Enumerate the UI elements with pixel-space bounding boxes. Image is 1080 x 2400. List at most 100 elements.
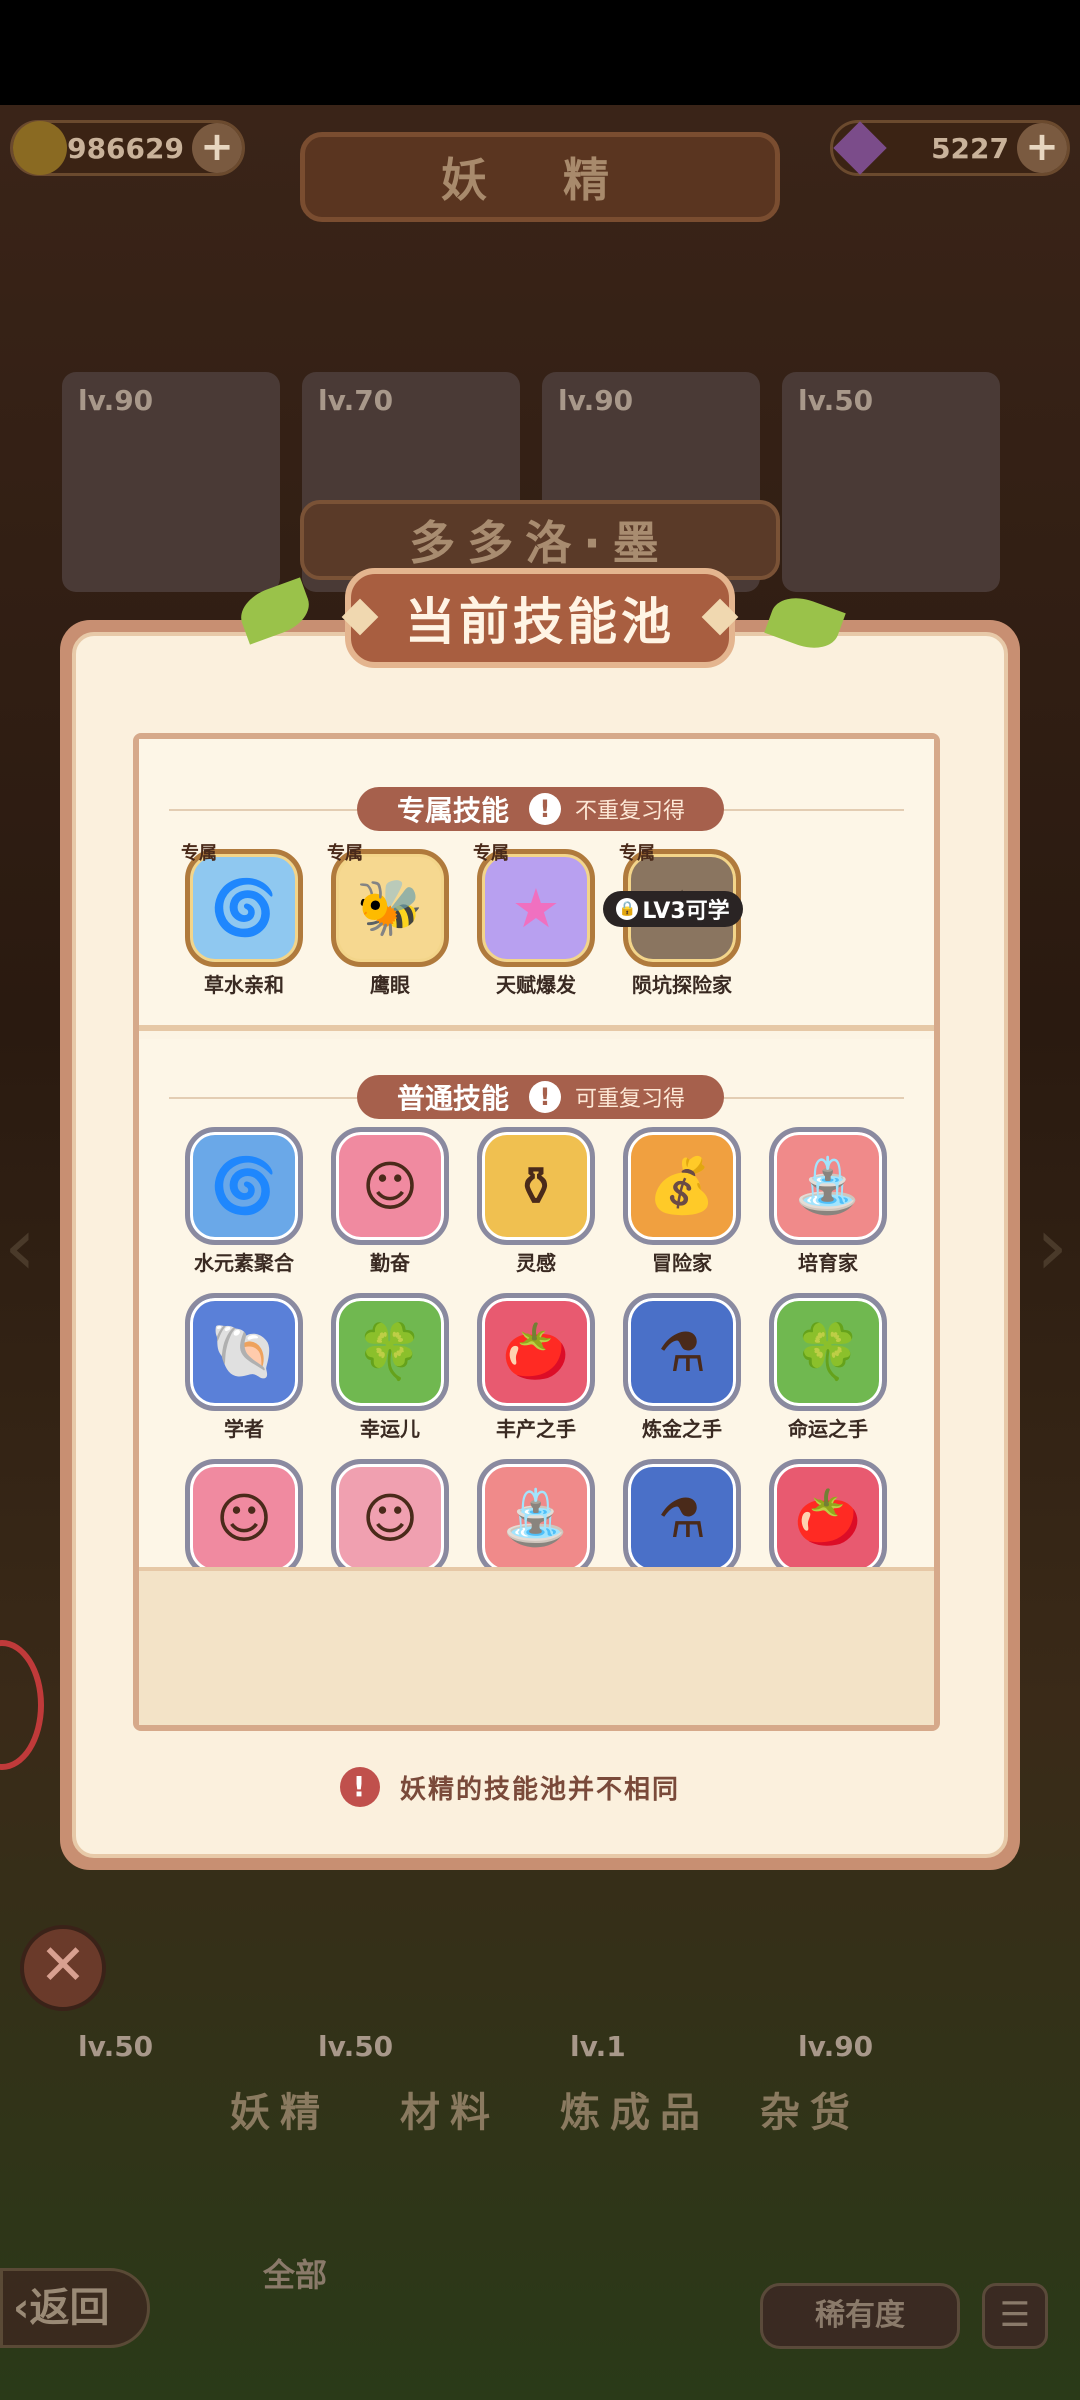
normal-skills-header: 普通技能 ! 可重复习得 [357, 1075, 724, 1119]
footer-note-text: 妖精的技能池并不相同 [400, 1774, 681, 1805]
section-title: 普通技能 [397, 1082, 510, 1115]
close-button[interactable]: ✕ [20, 1925, 106, 2011]
diamond-icon [701, 598, 739, 636]
tab-goods[interactable]: 杂货 [760, 2080, 860, 2150]
skill-name: 水元素聚合 [194, 1251, 294, 1275]
exclusive-tag: 专属 [473, 843, 509, 864]
fairy-level: lv.50 [318, 2030, 394, 2063]
skill-icon: ⚗ [623, 1459, 741, 1577]
exclusive-tag: 专属 [181, 843, 217, 864]
dialog-title: 当前技能池 [341, 568, 739, 668]
fairy-level: lv.70 [318, 384, 394, 417]
skill-icon: ☺ [185, 1459, 303, 1577]
skill-item[interactable]: ⚱ 灵感 [471, 1127, 601, 1276]
skill-pool-frame: 专属技能 ! 不重复习得 🌀 专属 草水亲和 🐝 专属 鹰眼 ★ 专属 天赋爆发… [133, 733, 940, 1731]
warning-icon: ! [529, 1081, 562, 1113]
fairy-level: lv.90 [78, 384, 154, 417]
gem-icon [833, 121, 887, 175]
skill-item[interactable]: ⛲ 培育家 [763, 1127, 893, 1276]
skill-item[interactable]: 🐚 学者 [179, 1293, 309, 1442]
add-gems-button[interactable]: + [1017, 123, 1067, 173]
locked-badge: 🔒 LV3可学 [603, 891, 743, 927]
skill-name: 命运之手 [788, 1417, 868, 1441]
coin-icon [13, 121, 67, 175]
skill-item[interactable]: 🌀 水元素聚合 [179, 1127, 309, 1276]
rarity-sort-button[interactable]: 稀有度 [760, 2283, 960, 2349]
section-note: 不重复习得 [575, 799, 686, 824]
gem-counter: 5227 + [830, 120, 1070, 176]
chevron-right-icon[interactable]: › [1036, 1200, 1076, 1300]
skill-icon: ⚱ [477, 1127, 595, 1245]
skill-name: 鹰眼 [370, 973, 410, 997]
fairy-level: lv.50 [78, 2030, 154, 2063]
skill-name: 冒险家 [652, 1251, 712, 1275]
filter-all-button[interactable]: 全部 [240, 2240, 350, 2310]
skill-item[interactable]: 🍀 命运之手 [763, 1293, 893, 1442]
skill-item[interactable]: ⛰ 专属 🔒 LV3可学 陨坑探险家 [603, 843, 747, 998]
back-button[interactable]: ‹返回 [0, 2268, 150, 2348]
coin-counter: 986629 + [10, 120, 245, 176]
dialog-title-text: 当前技能池 [405, 593, 675, 651]
skill-name: 丰产之手 [496, 1417, 576, 1441]
skill-item[interactable]: ⚗ 炼金之手 [617, 1293, 747, 1442]
footer-note: ! 妖精的技能池并不相同 [340, 1762, 680, 1812]
skill-icon: 🍅 [769, 1459, 887, 1577]
skill-icon: ★ [477, 849, 595, 967]
skill-icon: ⛲ [477, 1459, 595, 1577]
exclusive-skills-section: 专属技能 ! 不重复习得 🌀 专属 草水亲和 🐝 专属 鹰眼 ★ 专属 天赋爆发… [139, 739, 934, 1031]
skill-icon: 🌀 [185, 1127, 303, 1245]
skill-name: 灵感 [516, 1251, 556, 1275]
list-view-icon[interactable]: ☰ [982, 2283, 1048, 2349]
skill-item[interactable]: ☺ 勤奋 [325, 1127, 455, 1276]
skill-icon: ⚗ [623, 1293, 741, 1411]
skill-icon: ⛲ [769, 1127, 887, 1245]
skill-item[interactable]: 🍅 丰产之手 [471, 1293, 601, 1442]
section-title: 专属技能 [397, 794, 510, 827]
skill-name: 陨坑探险家 [632, 973, 732, 997]
lock-icon: 🔒 [616, 898, 639, 920]
skill-icon: ☺ [331, 1127, 449, 1245]
diamond-icon [341, 598, 379, 636]
exclusive-tag: 专属 [327, 843, 363, 864]
tab-fairy[interactable]: 妖精 [230, 2080, 330, 2150]
tab-crafted[interactable]: 炼成品 [560, 2080, 710, 2150]
skill-icon: 🍀 [331, 1293, 449, 1411]
skill-icon: 🍅 [477, 1293, 595, 1411]
skill-item[interactable]: 🌀 专属 草水亲和 [179, 843, 309, 998]
skill-name: 草水亲和 [204, 973, 284, 997]
skill-item[interactable]: 💰 冒险家 [617, 1127, 747, 1276]
chevron-left-icon[interactable]: ‹ [4, 1200, 44, 1300]
skill-item[interactable]: 🍀 幸运儿 [325, 1293, 455, 1442]
skill-icon: 🐚 [185, 1293, 303, 1411]
screen-title: 妖 精 [300, 132, 780, 222]
skill-icon: ☺ [331, 1459, 449, 1577]
fairy-level: lv.50 [798, 384, 874, 417]
tab-materials[interactable]: 材料 [400, 2080, 500, 2150]
warning-icon: ! [529, 793, 562, 825]
exclusive-skills-header: 专属技能 ! 不重复习得 [357, 787, 724, 831]
skill-name: 勤奋 [370, 1251, 410, 1275]
skill-name: 培育家 [798, 1251, 858, 1275]
fairy-level: lv.1 [570, 2030, 626, 2063]
skill-icon: 💰 [623, 1127, 741, 1245]
coin-value: 986629 [67, 131, 184, 165]
gem-value: 5227 [931, 131, 1009, 165]
skill-icon: 🌀 [185, 849, 303, 967]
warning-icon: ! [340, 1767, 380, 1807]
fairy-level: lv.90 [798, 2030, 874, 2063]
skill-name: 幸运儿 [360, 1417, 420, 1441]
skill-icon: 🐝 [331, 849, 449, 967]
skill-item[interactable]: 🐝 专属 鹰眼 [325, 843, 455, 998]
add-coins-button[interactable]: + [192, 123, 242, 173]
back-label: 返回 [29, 2285, 110, 2331]
exclusive-tag: 专属 [619, 843, 655, 864]
skill-icon: 🍀 [769, 1293, 887, 1411]
section-note: 可重复习得 [575, 1087, 686, 1112]
skill-item[interactable]: ★ 专属 天赋爆发 [471, 843, 601, 998]
skill-name: 天赋爆发 [496, 973, 576, 997]
fairy-level: lv.90 [558, 384, 634, 417]
normal-skills-section: 普通技能 ! 可重复习得 🌀 水元素聚合 ☺ 勤奋 ⚱ 灵感 💰 冒险家 ⛲ 培育家 🐚 学者 🍀 幸运儿… [139, 1039, 934, 1607]
lock-label: LV3可学 [642, 899, 730, 924]
skill-name: 学者 [224, 1417, 264, 1441]
skill-name: 炼金之手 [642, 1417, 722, 1441]
